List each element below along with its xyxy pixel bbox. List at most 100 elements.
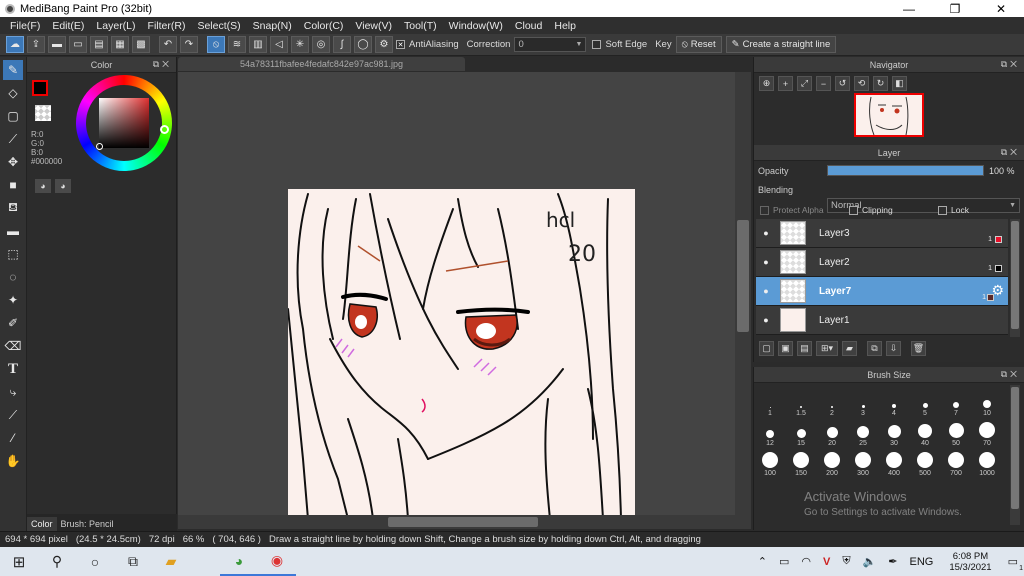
snap-settings-icon[interactable]: ⚙: [375, 36, 393, 53]
saturation-value-square[interactable]: [99, 98, 149, 148]
cortana-icon[interactable]: ○: [76, 547, 114, 576]
canvas-paper[interactable]: hcl 20: [288, 189, 635, 515]
brush-size-option[interactable]: 25: [848, 417, 878, 447]
brush-size-option[interactable]: 3: [848, 387, 878, 417]
visibility-icon[interactable]: ●: [758, 315, 774, 325]
navigator-preview[interactable]: [854, 93, 924, 137]
brush-size-option[interactable]: 1000: [972, 447, 1002, 477]
task-view-icon[interactable]: ⧉: [114, 547, 152, 576]
brush-scroll-thumb[interactable]: [1011, 387, 1019, 509]
brush-size-option[interactable]: 20: [817, 417, 847, 447]
menu-cloud[interactable]: Cloud: [509, 20, 548, 32]
brush-size-option[interactable]: 1: [755, 387, 785, 417]
cross-snap-icon[interactable]: ▥: [249, 36, 267, 53]
fill-rect-tool-icon[interactable]: ■: [3, 175, 23, 195]
select-eraser-tool-icon[interactable]: ⌫: [3, 336, 23, 356]
maximize-button[interactable]: ❐: [932, 0, 978, 17]
comment-icon[interactable]: ▬: [48, 36, 66, 53]
layer-scroll-thumb[interactable]: [1011, 221, 1019, 329]
brush-size-option[interactable]: 400: [879, 447, 909, 477]
hidden-icons-chevron-icon[interactable]: ⌃: [758, 555, 767, 568]
lock-checkbox[interactable]: [938, 205, 947, 215]
menu-filter[interactable]: Filter(R): [142, 20, 192, 32]
radial-snap-icon[interactable]: ✳: [291, 36, 309, 53]
new-halftone-layer-icon[interactable]: ▣: [778, 341, 793, 356]
color-marker[interactable]: [96, 143, 103, 150]
clipping-checkbox[interactable]: [849, 205, 858, 215]
new-8bit-layer-icon[interactable]: ▤: [797, 341, 812, 356]
line-tool-icon[interactable]: ⟋: [3, 129, 23, 149]
hue-marker[interactable]: [160, 125, 169, 134]
brush-size-option[interactable]: 7: [941, 387, 971, 417]
divide-tool-icon[interactable]: ⟋: [3, 405, 23, 425]
lasso-tool-icon[interactable]: ◌: [3, 267, 23, 287]
gradient-tool-icon[interactable]: ▬: [3, 221, 23, 241]
new-layer-icon[interactable]: ▢: [759, 341, 774, 356]
visibility-icon[interactable]: ●: [758, 228, 774, 238]
panel-float-close-icon[interactable]: ⧉✕: [1001, 147, 1020, 158]
shield-icon[interactable]: ⛨: [842, 555, 850, 568]
close-button[interactable]: ✕: [978, 0, 1024, 17]
menu-layer[interactable]: Layer(L): [90, 20, 141, 32]
brush-size-option[interactable]: 4: [879, 387, 909, 417]
panel-float-close-icon[interactable]: ⧉✕: [153, 59, 172, 70]
language-indicator[interactable]: ENG: [909, 556, 933, 568]
brush-size-option[interactable]: 300: [848, 447, 878, 477]
hand-tool-icon[interactable]: ✋: [3, 451, 23, 471]
brush-size-option[interactable]: 30: [879, 417, 909, 447]
zoom-in-icon[interactable]: +: [778, 76, 793, 91]
palette-icon[interactable]: ◕: [35, 179, 51, 193]
notification-icon[interactable]: ▭ 1: [1008, 555, 1023, 572]
color-wheel[interactable]: [76, 75, 172, 171]
reset-button[interactable]: ⦸ Reset: [675, 36, 722, 53]
move-tool-icon[interactable]: ✥: [3, 152, 23, 172]
brush-size-option[interactable]: 5: [910, 387, 940, 417]
tab-brush[interactable]: Brush: Pencil: [57, 517, 118, 531]
brush-size-option[interactable]: 40: [910, 417, 940, 447]
canvas-area[interactable]: hcl 20: [178, 72, 751, 515]
minimize-button[interactable]: —: [886, 0, 932, 17]
menu-tool[interactable]: Tool(T): [398, 20, 443, 32]
share-icon[interactable]: ⇪: [27, 36, 45, 53]
layer-row-layer3[interactable]: ● Layer3 1: [756, 219, 1008, 248]
grid-icon[interactable]: ▩: [132, 36, 150, 53]
brush-size-option[interactable]: 70: [972, 417, 1002, 447]
volume-icon[interactable]: 🔈: [863, 555, 877, 568]
dot-tool-icon[interactable]: ▢: [3, 106, 23, 126]
brush-size-option[interactable]: 2: [817, 387, 847, 417]
layer-scrollbar[interactable]: [1010, 219, 1020, 337]
chrome-taskbar-icon[interactable]: ◉: [258, 547, 296, 576]
eraser-tool-icon[interactable]: ◇: [3, 83, 23, 103]
page-icon[interactable]: ▤: [90, 36, 108, 53]
windows-start-icon[interactable]: ⊞: [0, 547, 38, 576]
file-explorer-icon[interactable]: ▰: [152, 547, 190, 576]
menu-help[interactable]: Help: [548, 20, 582, 32]
brush-size-option[interactable]: 150: [786, 447, 816, 477]
brush-scrollbar[interactable]: [1010, 385, 1020, 525]
chat-icon[interactable]: ▭: [69, 36, 87, 53]
brush-size-option[interactable]: 12: [755, 417, 785, 447]
brush-size-option[interactable]: 200: [817, 447, 847, 477]
magic-wand-tool-icon[interactable]: ✦: [3, 290, 23, 310]
layer-row-layer1[interactable]: ● Layer1: [756, 306, 1008, 335]
brush-size-option[interactable]: 50: [941, 417, 971, 447]
folder-icon[interactable]: ▰: [842, 341, 857, 356]
brush-size-option[interactable]: 700: [941, 447, 971, 477]
medibang-taskbar-icon[interactable]: ◕: [220, 547, 258, 576]
canvas-tab[interactable]: 54a78311fbafee4fedafc842e97ac981.jpg: [178, 57, 465, 71]
menu-window[interactable]: Window(W): [443, 20, 509, 32]
duplicate-layer-icon[interactable]: ⧉: [867, 341, 882, 356]
background-swatch[interactable]: [35, 105, 51, 121]
zoom-fit-icon[interactable]: ⊕: [759, 76, 774, 91]
operation-tool-icon[interactable]: ⤷: [3, 382, 23, 402]
panel-float-close-icon[interactable]: ⧉✕: [1001, 369, 1020, 380]
menu-select[interactable]: Select(S): [191, 20, 246, 32]
zoom-out-icon[interactable]: −: [816, 76, 831, 91]
foreground-swatch[interactable]: [32, 80, 48, 96]
soft-edge-checkbox[interactable]: [592, 40, 602, 49]
network-icon[interactable]: ▭: [779, 555, 789, 568]
add-layer-menu-icon[interactable]: ⊞▾: [816, 341, 838, 356]
text-tool-icon[interactable]: T: [3, 359, 23, 379]
menu-edit[interactable]: Edit(E): [46, 20, 90, 32]
pages-icon[interactable]: ▦: [111, 36, 129, 53]
